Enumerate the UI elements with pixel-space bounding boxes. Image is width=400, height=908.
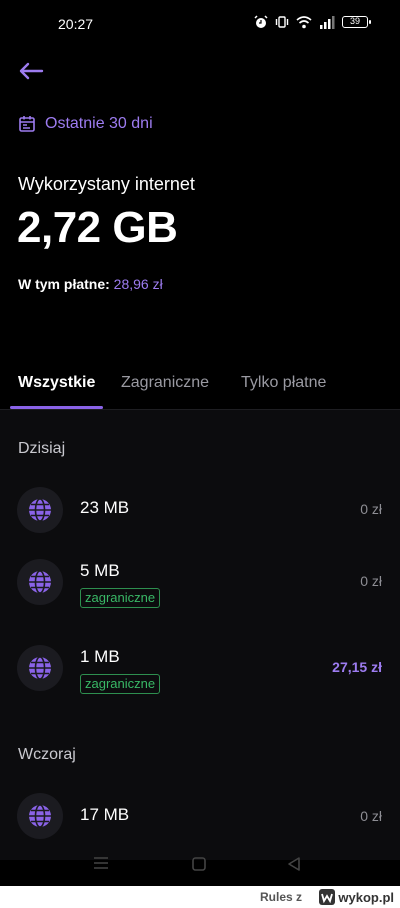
filter-tabs: Wszystkie Zagraniczne Tylko płatne — [0, 362, 400, 410]
globe-icon — [29, 656, 51, 680]
paid-label: W tym płatne: — [18, 276, 110, 292]
period-label: Ostatnie 30 dni — [45, 115, 153, 132]
globe-icon-wrap — [17, 793, 63, 839]
status-icons: 39 — [254, 15, 371, 29]
foreign-tag: zagraniczne — [80, 588, 161, 608]
period-selector[interactable]: Ostatnie 30 dni — [18, 115, 153, 133]
globe-icon-wrap — [17, 559, 63, 605]
foreign-tag: zagraniczne — [80, 674, 161, 694]
watermark-bar: Rules z wykop.pl — [0, 886, 400, 908]
watermark-text: Rules z — [259, 890, 302, 904]
row-amount: 1 MB — [80, 647, 120, 666]
tab-foreign[interactable]: Zagraniczne — [121, 374, 209, 392]
usage-list: Dzisiaj 23 MB 0 zł 5 MB zagraniczne 0 zł… — [0, 410, 400, 860]
wykop-logo-text: wykop.pl — [338, 889, 394, 905]
list-item[interactable]: 1 MB zagraniczne 27,15 zł — [0, 645, 400, 705]
tab-all[interactable]: Wszystkie — [18, 374, 95, 392]
back-button[interactable] — [14, 56, 48, 86]
list-item[interactable]: 23 MB 0 zł — [0, 487, 400, 547]
usage-value: 2,72 GB — [17, 203, 178, 252]
system-nav-bar — [0, 848, 400, 882]
paid-summary: W tym płatne: 28,96 zł — [18, 276, 163, 292]
vibrate-icon — [275, 16, 289, 28]
row-price: 0 zł — [360, 573, 382, 589]
row-amount: 23 MB — [80, 498, 130, 517]
status-bar: 20:27 39 — [0, 0, 400, 48]
tab-paid-only[interactable]: Tylko płatne — [241, 374, 326, 392]
globe-icon-wrap — [17, 487, 63, 533]
wifi-icon — [296, 15, 312, 28]
home-button[interactable] — [191, 856, 207, 877]
globe-icon — [29, 804, 51, 828]
menu-icon — [94, 857, 108, 869]
row-amount: 17 MB — [80, 805, 130, 824]
triangle-back-icon — [288, 857, 300, 871]
globe-icon — [29, 498, 51, 522]
status-time: 20:27 — [58, 16, 94, 32]
recents-button[interactable] — [92, 856, 110, 875]
paid-value: 28,96 zł — [113, 276, 163, 292]
wykop-logo: wykop.pl — [318, 888, 394, 906]
row-price: 27,15 zł — [332, 659, 382, 675]
row-price: 0 zł — [360, 501, 382, 517]
arrow-left-icon — [19, 62, 44, 80]
usage-title: Wykorzystany internet — [18, 174, 195, 194]
row-amount: 5 MB — [80, 561, 120, 580]
row-price: 0 zł — [360, 808, 382, 824]
calendar-icon — [19, 116, 35, 132]
globe-icon-wrap — [17, 645, 63, 691]
list-item[interactable]: 5 MB zagraniczne 0 zł — [0, 559, 400, 619]
section-header-yesterday: Wczoraj — [18, 746, 76, 763]
section-header-today: Dzisiaj — [18, 440, 66, 457]
wykop-logo-icon — [319, 889, 336, 905]
alarm-icon — [254, 15, 268, 28]
square-icon — [192, 857, 206, 871]
back-nav-button[interactable] — [286, 856, 302, 877]
globe-icon — [29, 570, 51, 594]
signal-icon — [320, 15, 335, 29]
list-item[interactable]: 17 MB 0 zł — [0, 793, 400, 853]
battery-indicator: 39 — [342, 16, 371, 28]
